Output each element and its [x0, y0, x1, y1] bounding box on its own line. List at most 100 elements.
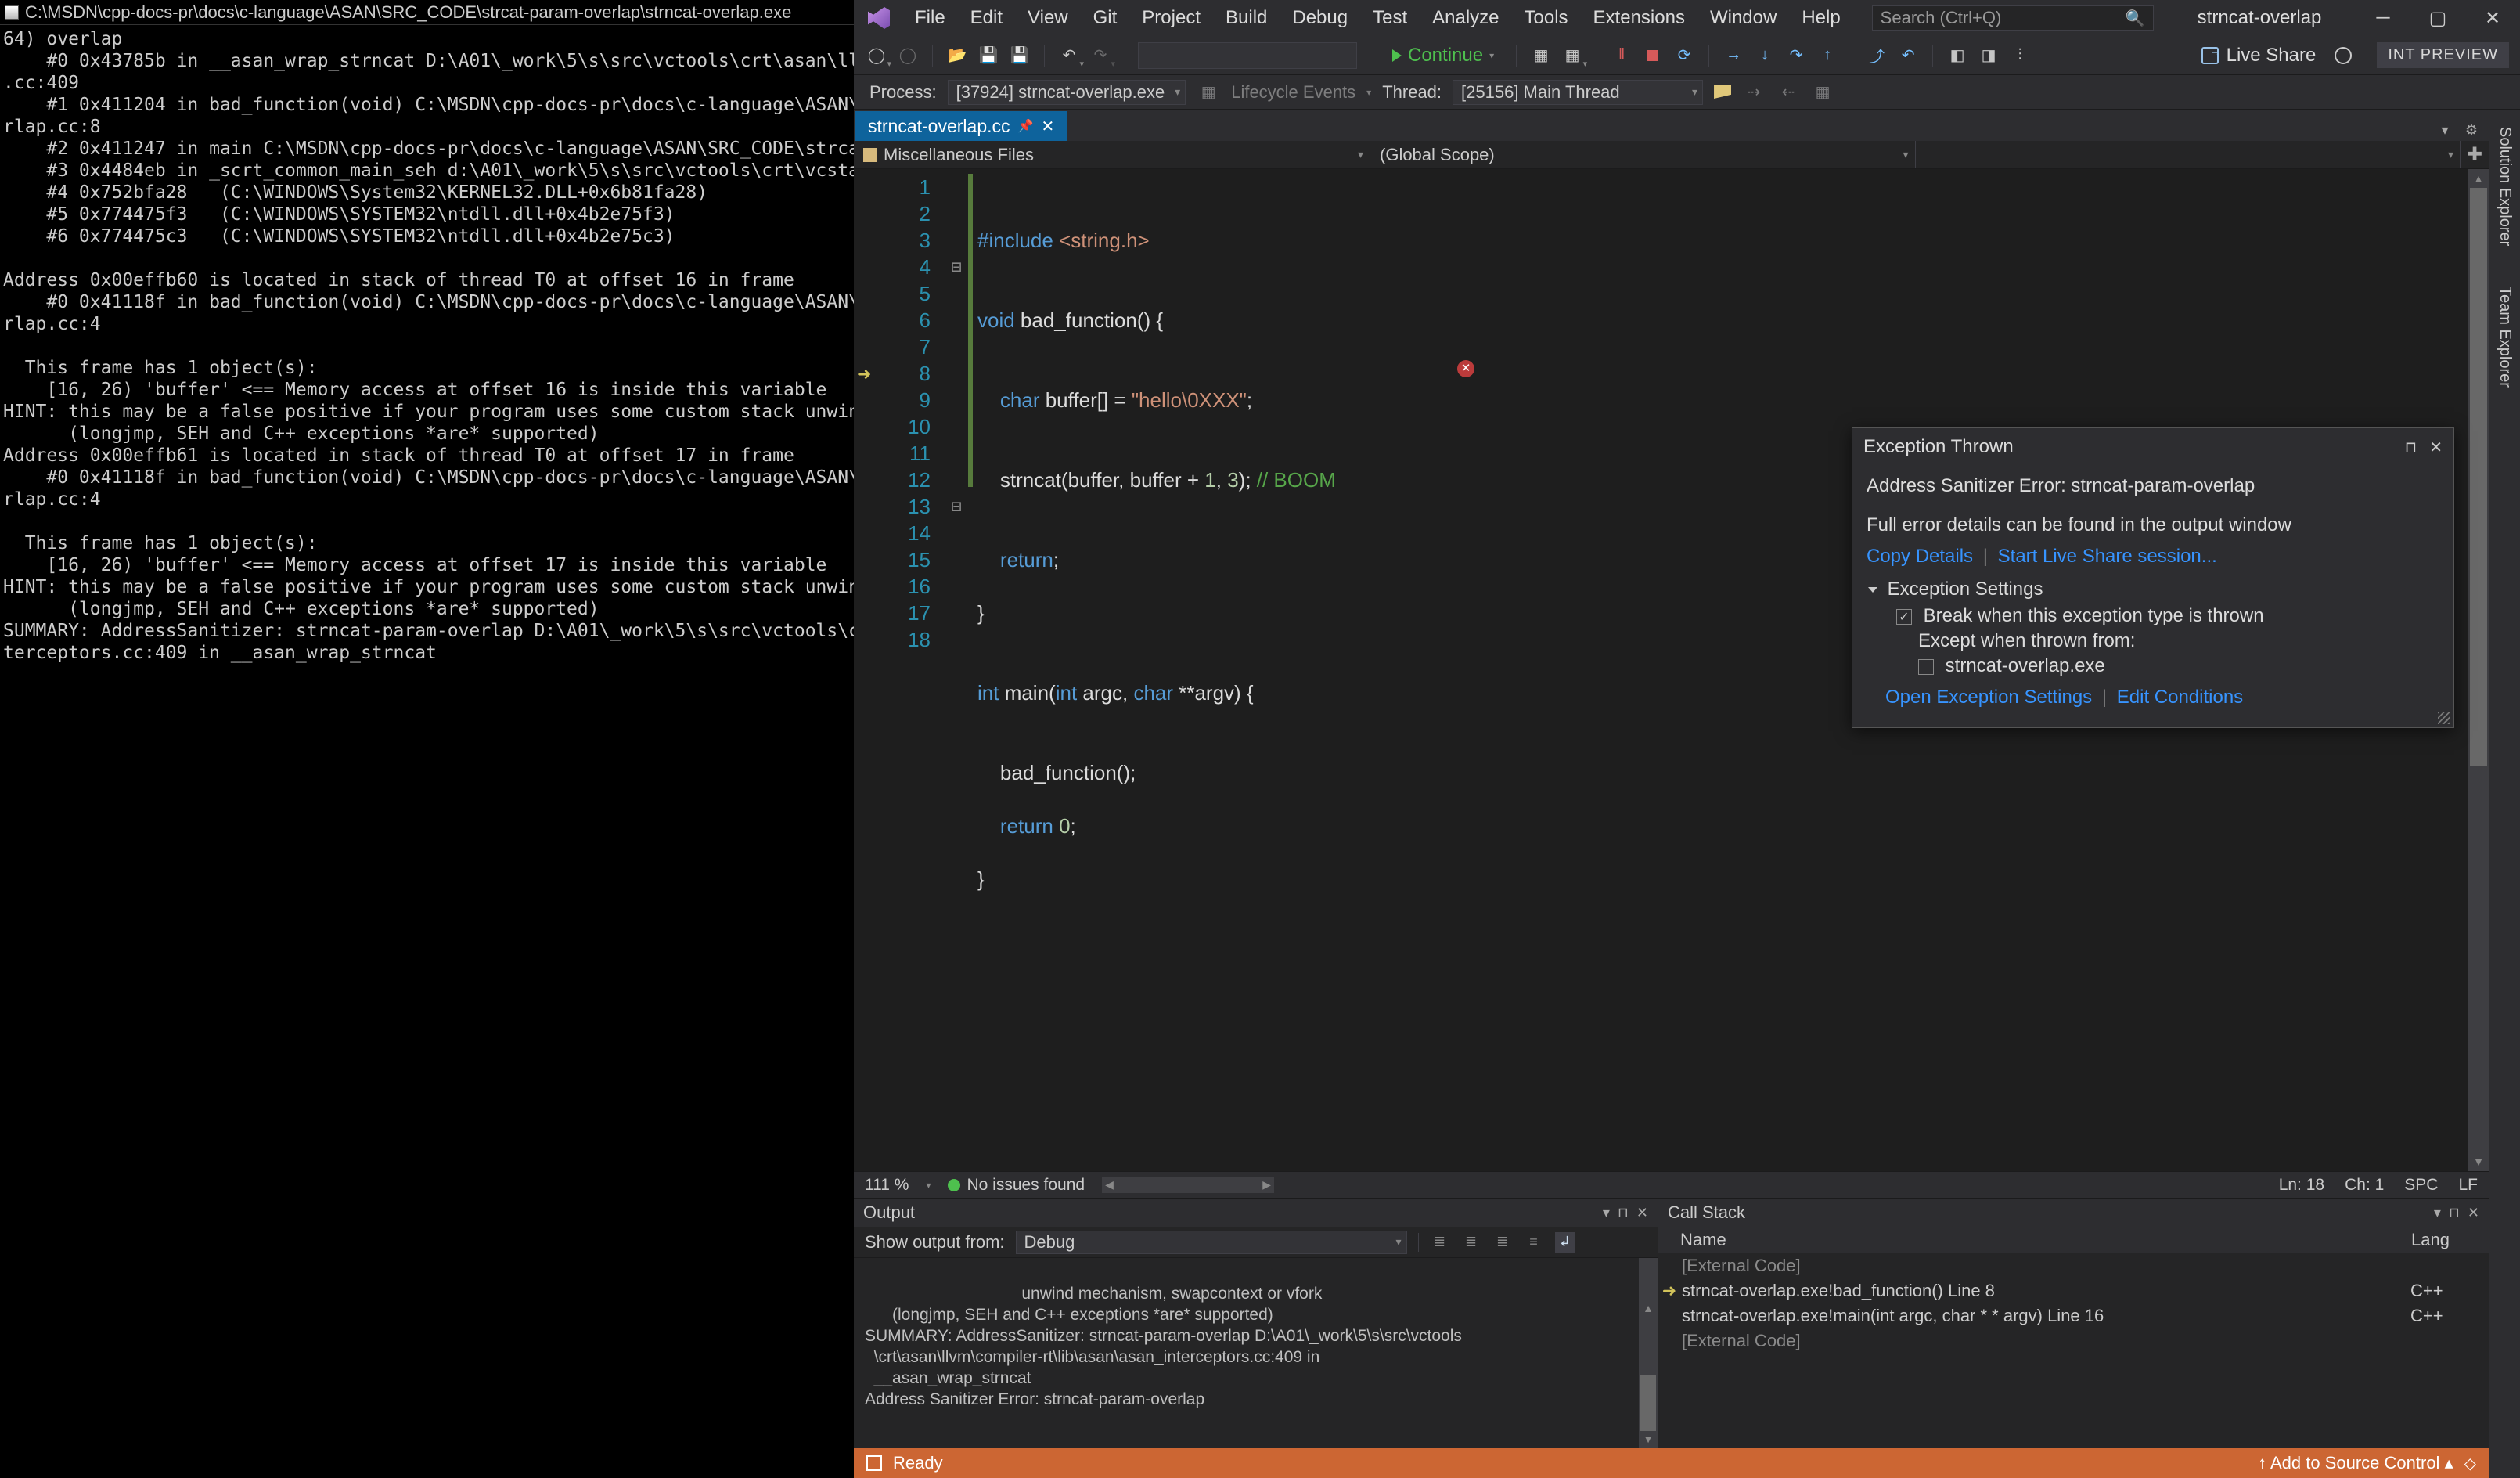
stop-button[interactable] — [1641, 44, 1665, 67]
tool-button[interactable]: ⤴ — [1865, 44, 1888, 67]
scope-global-dropdown[interactable]: (Global Scope) — [1370, 141, 1916, 168]
output-tool-button[interactable]: ≣ — [1461, 1232, 1481, 1253]
document-tab-active[interactable]: strncat-overlap.cc 📌 ✕ — [855, 111, 1067, 141]
split-button[interactable]: ✚ — [2461, 141, 2489, 168]
tool-button[interactable]: ▦ — [1561, 44, 1584, 67]
panel-close-icon[interactable]: ✕ — [1636, 1205, 1648, 1221]
console-output[interactable]: 64) overlap #0 0x43785b in __asan_wrap_s… — [0, 25, 854, 1478]
step-over-button[interactable]: ↷ — [1784, 44, 1808, 67]
rail-team-explorer[interactable]: Team Explorer — [2496, 279, 2514, 395]
menu-debug[interactable]: Debug — [1281, 2, 1359, 34]
menu-build[interactable]: Build — [1215, 2, 1278, 34]
horizontal-scrollbar[interactable]: ◀▶ — [1102, 1177, 1274, 1193]
output-tool-button[interactable]: ≣ — [1492, 1232, 1513, 1253]
show-next-button[interactable]: → — [1722, 44, 1745, 67]
source-control-button[interactable]: ↑ Add to Source Control ▴ — [2258, 1453, 2453, 1473]
panel-dropdown-icon[interactable]: ▾ — [1603, 1205, 1610, 1221]
tab-overflow-button[interactable]: ▾ — [2434, 119, 2456, 141]
menu-file[interactable]: File — [904, 2, 956, 34]
menu-project[interactable]: Project — [1131, 2, 1211, 34]
outlining-margin[interactable]: ⊟⊟ — [945, 169, 968, 1171]
close-icon[interactable]: ✕ — [2429, 438, 2443, 457]
save-button[interactable]: 💾 — [977, 44, 1000, 67]
live-share-icon[interactable] — [2201, 47, 2219, 64]
lifecycle-icon[interactable]: ▦ — [1197, 81, 1220, 104]
nav-forward-button[interactable]: ◯ — [896, 44, 920, 67]
console-title-bar[interactable]: C:\MSDN\cpp-docs-pr\docs\c-language\ASAN… — [0, 0, 854, 25]
tab-close-icon[interactable]: ✕ — [1041, 117, 1054, 136]
callstack-row[interactable]: [External Code] — [1658, 1328, 2489, 1354]
restart-button[interactable]: ⟳ — [1672, 44, 1696, 67]
callstack-row[interactable]: strncat-overlap.exe!main(int argc, char … — [1658, 1303, 2489, 1328]
panel-pin-icon[interactable]: ⊓ — [1618, 1205, 1629, 1221]
zoom-level[interactable]: 111 % — [865, 1176, 909, 1195]
tool-button[interactable]: ▦ — [1811, 81, 1834, 104]
tab-settings-button[interactable]: ⚙ — [2461, 119, 2482, 141]
issues-label[interactable]: No issues found — [967, 1176, 1085, 1194]
callstack-row[interactable]: ➜strncat-overlap.exe!bad_function() Line… — [1658, 1278, 2489, 1303]
edit-conditions-link[interactable]: Edit Conditions — [2117, 687, 2243, 708]
nav-back-button[interactable]: ◯ — [865, 44, 888, 67]
notifications-icon[interactable]: ◇ — [2464, 1454, 2476, 1473]
config-dropdown[interactable] — [1138, 42, 1357, 69]
char-indicator[interactable]: Ch: 1 — [2345, 1176, 2384, 1195]
open-exception-settings-link[interactable]: Open Exception Settings — [1885, 687, 2092, 708]
output-tool-button[interactable]: ≣ — [1430, 1232, 1450, 1253]
live-share-label[interactable]: Live Share — [2227, 45, 2317, 67]
undo-button[interactable]: ↶ — [1057, 44, 1081, 67]
menu-tools[interactable]: Tools — [1514, 2, 1579, 34]
flag-icon[interactable] — [1714, 85, 1731, 99]
pin-icon[interactable]: ⊓ — [2405, 438, 2417, 457]
process-dropdown[interactable]: [37924] strncat-overlap.exe — [948, 80, 1186, 105]
tool-button[interactable]: ▦ — [1529, 44, 1553, 67]
output-wrap-button[interactable]: ↲ — [1555, 1232, 1575, 1253]
tool-button[interactable]: ◨ — [1977, 44, 2000, 67]
minimize-button[interactable]: ─ — [2356, 0, 2410, 36]
step-into-button[interactable]: ↓ — [1753, 44, 1777, 67]
menu-view[interactable]: View — [1017, 2, 1079, 34]
close-button[interactable]: ✕ — [2465, 0, 2520, 36]
menu-git[interactable]: Git — [1082, 2, 1129, 34]
resize-grip-icon[interactable] — [2438, 712, 2450, 724]
maximize-button[interactable]: ▢ — [2410, 0, 2465, 36]
indent-indicator[interactable]: SPC — [2404, 1176, 2438, 1195]
break-when-checkbox[interactable] — [1896, 609, 1912, 625]
panel-close-icon[interactable]: ✕ — [2468, 1205, 2479, 1221]
search-box[interactable]: Search (Ctrl+Q) 🔍 — [1872, 5, 2154, 31]
panel-dropdown-icon[interactable]: ▾ — [2434, 1205, 2441, 1221]
redo-button[interactable]: ↷ — [1089, 44, 1112, 67]
menu-analyze[interactable]: Analyze — [1421, 2, 1510, 34]
break-all-button[interactable]: ‖ — [1610, 44, 1633, 67]
tool-button[interactable]: ◧ — [1946, 44, 1969, 67]
scope-member-dropdown[interactable] — [1916, 141, 2461, 168]
thread-dropdown[interactable]: [25156] Main Thread — [1453, 80, 1703, 105]
scroll-up-icon[interactable]: ▲ — [2468, 169, 2489, 188]
status-icon[interactable] — [866, 1455, 882, 1471]
account-icon[interactable] — [2335, 47, 2352, 64]
scroll-down-icon[interactable]: ▼ — [2468, 1152, 2489, 1171]
tool-button[interactable]: ⇠ — [1777, 81, 1800, 104]
line-indicator[interactable]: Ln: 18 — [2279, 1176, 2324, 1195]
callstack-row[interactable]: [External Code] — [1658, 1253, 2489, 1278]
output-from-dropdown[interactable]: Debug — [1016, 1231, 1407, 1254]
callstack-col-name[interactable]: Name — [1658, 1230, 2403, 1250]
tool-button[interactable]: ⫶ — [2008, 44, 2032, 67]
continue-button[interactable]: Continue ▾ — [1383, 42, 1503, 69]
pin-icon[interactable]: 📌 — [1018, 118, 1034, 134]
output-text[interactable]: unwind mechanism, swapcontext or vfork (… — [854, 1258, 1658, 1448]
vertical-scrollbar[interactable]: ▲ ▼ — [2468, 169, 2489, 1171]
callstack-col-lang[interactable]: Lang — [2403, 1230, 2489, 1250]
panel-pin-icon[interactable]: ⊓ — [2449, 1205, 2460, 1221]
code-editor[interactable]: ➜ 123456789101112131415161718 ⊟⊟ #includ… — [854, 169, 2489, 1171]
menu-extensions[interactable]: Extensions — [1582, 2, 1696, 34]
rail-solution-explorer[interactable]: Solution Explorer — [2496, 119, 2514, 254]
tool-button[interactable]: ⇢ — [1742, 81, 1766, 104]
menu-window[interactable]: Window — [1699, 2, 1787, 34]
copy-details-link[interactable]: Copy Details — [1867, 546, 1973, 567]
menu-test[interactable]: Test — [1362, 2, 1418, 34]
eol-indicator[interactable]: LF — [2458, 1176, 2478, 1195]
callstack-rows[interactable]: [External Code]➜strncat-overlap.exe!bad_… — [1658, 1253, 2489, 1448]
scope-project-dropdown[interactable]: Miscellaneous Files — [854, 141, 1370, 168]
except-item-checkbox[interactable] — [1918, 659, 1934, 675]
save-all-button[interactable]: 💾 — [1008, 44, 1031, 67]
